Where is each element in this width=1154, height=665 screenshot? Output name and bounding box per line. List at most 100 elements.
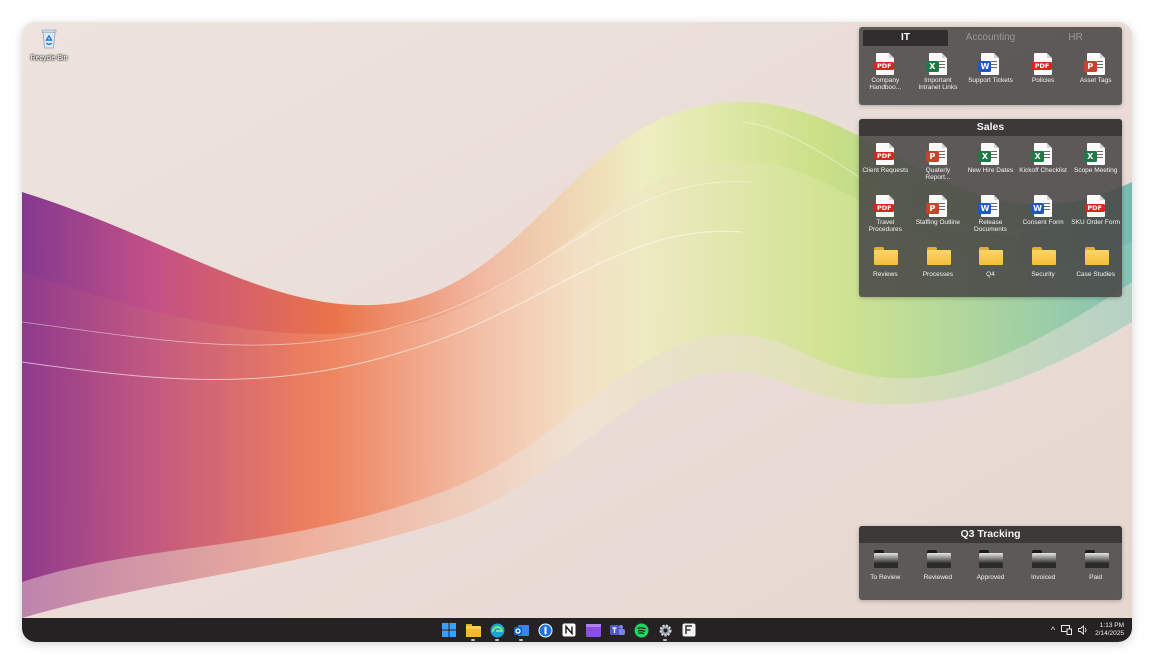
file-type-badge: W xyxy=(978,203,992,214)
desktop-item-company-handboo[interactable]: PDF Company Handboo... xyxy=(859,47,912,99)
fence-title-sales[interactable]: Sales xyxy=(859,119,1122,136)
desktop-item-client-requests[interactable]: PDF Client Requests xyxy=(859,137,912,189)
gear-icon xyxy=(658,623,673,638)
fence-it-group: IT Accounting HR PDF Company Handboo... X Imp… xyxy=(859,27,1122,105)
fence-q3-tracking: Q3 Tracking To Review Reviewed Approved Inv… xyxy=(859,526,1122,600)
display-icon[interactable] xyxy=(1061,625,1073,635)
clock-date: 2/14/2025 xyxy=(1095,630,1124,637)
desktop-item-staffing-outline[interactable]: P Staffing Outline xyxy=(912,189,965,241)
desktop-item-label: Paid xyxy=(1089,574,1103,581)
desktop-item-consent-form[interactable]: W Consent Form xyxy=(1017,189,1070,241)
edge-icon xyxy=(490,623,505,638)
fence-sales: Sales PDF Client Requests P Quaterly Report… xyxy=(859,119,1122,297)
taskbar: ^ 1:13 PM 2/14/2025 xyxy=(22,618,1132,642)
desktop-item-q4[interactable]: Q4 xyxy=(964,241,1017,293)
settings-button[interactable] xyxy=(656,621,674,641)
desktop-item-security[interactable]: Security xyxy=(1017,241,1070,293)
desktop-item-paid[interactable]: Paid xyxy=(1069,544,1122,596)
desktop-item-sku-order-form[interactable]: PDF SKU Order Form xyxy=(1069,189,1122,241)
start-button[interactable] xyxy=(440,621,458,639)
running-indicator xyxy=(519,639,523,641)
fence-tab-hr[interactable]: HR xyxy=(1033,30,1118,46)
file-type-badge: P xyxy=(1083,61,1097,72)
excel-file-icon: X xyxy=(1031,143,1054,165)
file-type-badge: X xyxy=(978,151,992,162)
excel-file-icon: X xyxy=(1083,143,1107,165)
clock[interactable]: 1:13 PM 2/14/2025 xyxy=(1095,622,1124,638)
desktop-item-case-studies[interactable]: Case Studies xyxy=(1069,241,1122,293)
desktop-item-kickoff-checklist[interactable]: X Kickoff Checklist xyxy=(1017,137,1070,189)
file-type-badge: X xyxy=(925,61,939,72)
teams-button[interactable] xyxy=(608,621,626,639)
folder-icon xyxy=(979,247,1004,269)
folder-icon xyxy=(1084,550,1109,572)
folder-icon xyxy=(979,550,1004,572)
file-type-badge: P xyxy=(925,203,939,214)
desktop-item-invoiced[interactable]: Invoiced xyxy=(1017,544,1070,596)
fence-grid-sales: PDF Client Requests P Quaterly Report... X Ne… xyxy=(859,136,1122,293)
word-file-icon: W xyxy=(1031,195,1054,217)
folder-icon xyxy=(465,623,481,637)
file-type-badge: PDF xyxy=(874,62,895,70)
desktop-item-label: Case Studies xyxy=(1076,271,1115,278)
desktop-item-new-hire-dates[interactable]: X New Hire Dates xyxy=(964,137,1017,189)
desktop-item-label: Q4 xyxy=(986,271,995,278)
file-type-badge: X xyxy=(1031,151,1045,162)
desktop-item-approved[interactable]: Approved xyxy=(964,544,1017,596)
password-icon xyxy=(538,623,553,638)
folder-icon xyxy=(1032,550,1057,572)
desktop-item-policies[interactable]: PDF Policies xyxy=(1017,47,1070,99)
desktop-item-label: Important Intranet Links xyxy=(918,77,958,92)
fence-grid-it: PDF Company Handboo... X Important Intranet… xyxy=(859,46,1122,99)
tray-overflow-chevron[interactable]: ^ xyxy=(1051,625,1055,635)
clipchamp-button[interactable] xyxy=(584,621,602,639)
fences-button[interactable] xyxy=(680,621,698,639)
desktop-item-reviews[interactable]: Reviews xyxy=(859,241,912,293)
desktop-item-processes[interactable]: Processes xyxy=(912,241,965,293)
pdf-file-icon: PDF xyxy=(874,195,896,217)
fence-title-q3[interactable]: Q3 Tracking xyxy=(859,526,1122,543)
desktop-item-label: Travel Procedures xyxy=(868,219,902,234)
edge-button[interactable] xyxy=(488,621,506,641)
desktop-item-reviewed[interactable]: Reviewed xyxy=(912,544,965,596)
running-indicator xyxy=(663,639,667,641)
fence-grid-q3: To Review Reviewed Approved Invoiced Paid xyxy=(859,543,1122,596)
file-type-badge: PDF xyxy=(1032,62,1053,70)
excel-file-icon: X xyxy=(978,143,1001,165)
recycle-bin[interactable]: Recycle Bin xyxy=(28,26,70,62)
spotify-button[interactable] xyxy=(632,621,650,639)
desktop-item-label: New Hire Dates xyxy=(967,167,1014,174)
folder-icon xyxy=(874,550,899,572)
outlook-button[interactable] xyxy=(512,621,530,641)
fence-tab-accounting[interactable]: Accounting xyxy=(948,30,1033,46)
windows-icon xyxy=(442,623,456,637)
pdf-file-icon: PDF xyxy=(1032,53,1054,75)
excel-file-icon: X xyxy=(925,53,949,75)
taskbar-apps xyxy=(440,621,698,641)
recycle-bin-icon xyxy=(41,29,57,49)
desktop-item-label: Policies xyxy=(1031,77,1055,84)
desktop-item-travel-procedures[interactable]: PDF Travel Procedures xyxy=(859,189,912,241)
recycle-bin-label: Recycle Bin xyxy=(30,55,68,62)
word-file-icon: W xyxy=(978,53,1001,75)
desktop-item-to-review[interactable]: To Review xyxy=(859,544,912,596)
powerpoint-file-icon: P xyxy=(925,195,949,217)
desktop-item-support-tickets[interactable]: W Support Tickets xyxy=(964,47,1017,99)
desktop-item-scope-meeting[interactable]: X Scope Meeting xyxy=(1069,137,1122,189)
fence-tab-it[interactable]: IT xyxy=(863,30,948,46)
folder-icon xyxy=(1084,247,1109,269)
desktop-item-important-intranet-links[interactable]: X Important Intranet Links xyxy=(912,47,965,99)
outlook-icon xyxy=(513,623,529,638)
desktop-item-release-documents[interactable]: W Release Documents xyxy=(964,189,1017,241)
notion-button[interactable] xyxy=(560,621,578,639)
fences-icon xyxy=(682,623,696,637)
running-indicator xyxy=(495,639,499,641)
volume-icon[interactable] xyxy=(1078,625,1089,635)
desktop-item-quaterly-report[interactable]: P Quaterly Report... xyxy=(912,137,965,189)
desktop-item-asset-tags[interactable]: P Asset Tags xyxy=(1069,47,1122,99)
desktop-item-label: Quaterly Report... xyxy=(925,167,951,182)
fence-tab-bar: IT Accounting HR xyxy=(859,27,1122,46)
desktop-item-label: Release Documents xyxy=(974,219,1007,234)
file-explorer-button[interactable] xyxy=(464,621,482,641)
onepassword-button[interactable] xyxy=(536,621,554,639)
